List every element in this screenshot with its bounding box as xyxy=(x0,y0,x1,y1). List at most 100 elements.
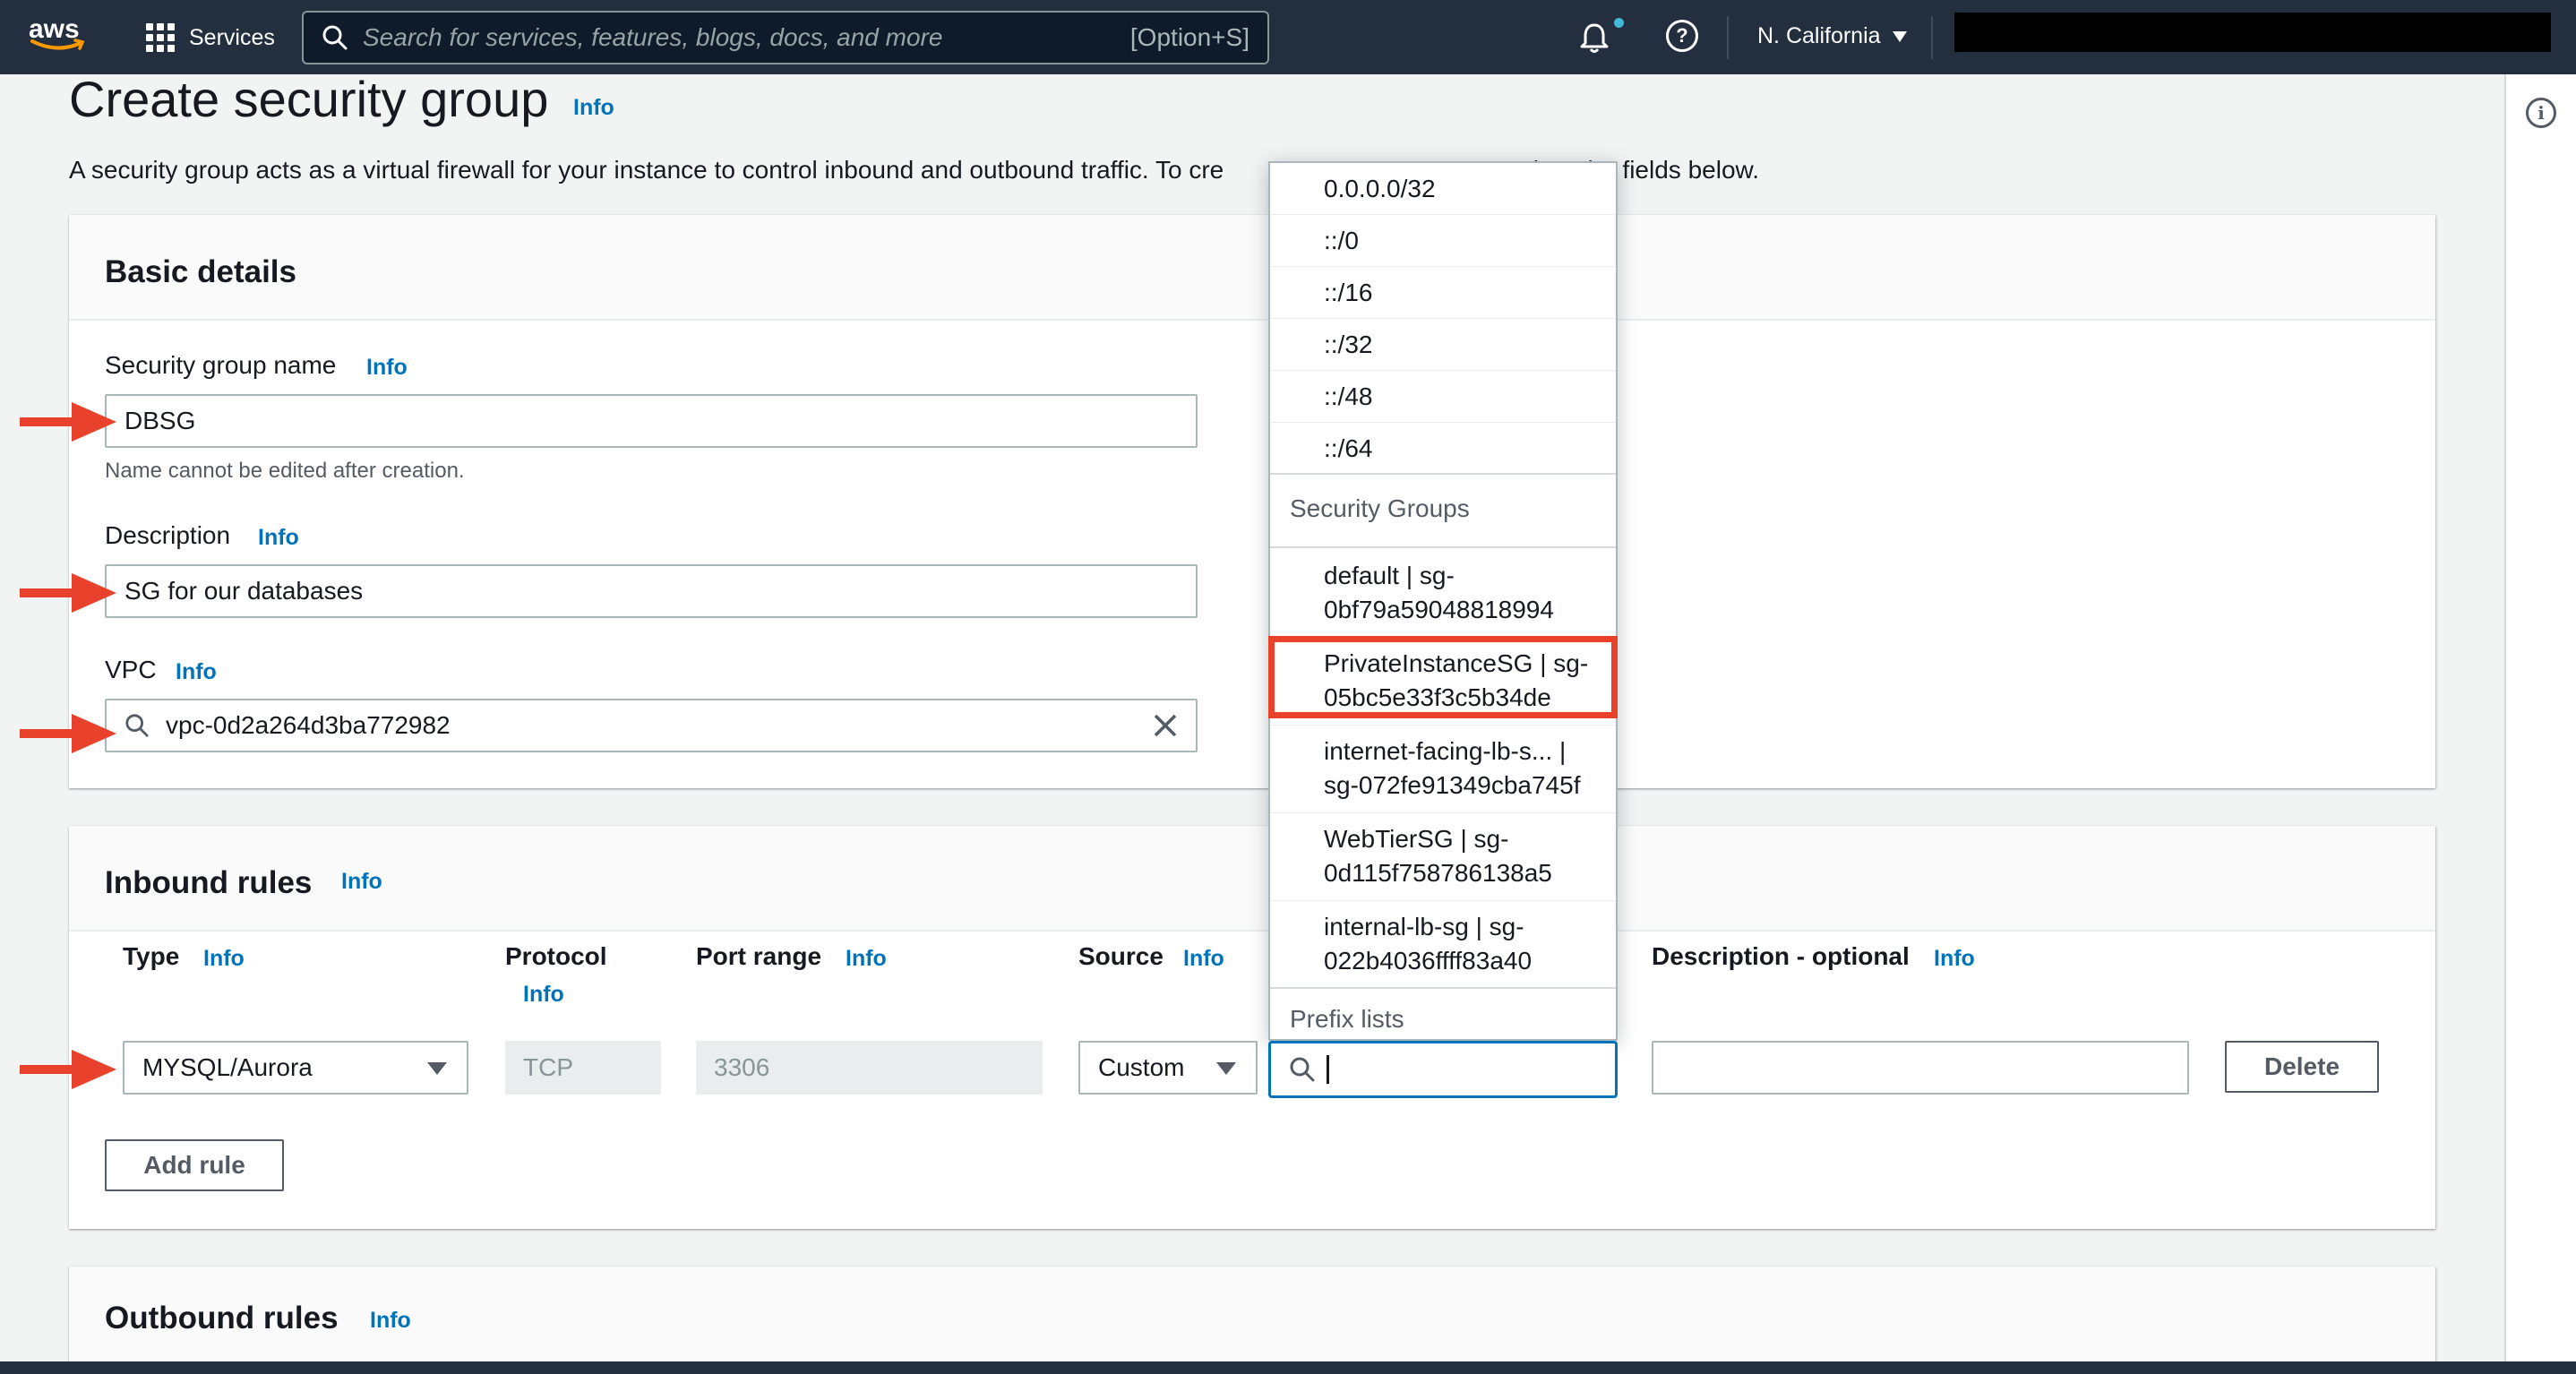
text-cursor xyxy=(1327,1055,1329,1084)
dropdown-option-cidr[interactable]: ::/48 xyxy=(1270,371,1616,423)
page-title: Create security group xyxy=(69,71,549,127)
inbound-rules-header: Inbound rules Info xyxy=(69,826,2435,932)
annotation-arrow-icon xyxy=(20,573,116,613)
caret-down-icon xyxy=(1216,1062,1236,1075)
nav-divider xyxy=(1931,16,1933,59)
dropdown-option-cidr[interactable]: ::/16 xyxy=(1270,267,1616,319)
source-type-value: Custom xyxy=(1098,1053,1185,1081)
source-info-link[interactable]: Info xyxy=(1183,946,1224,972)
dropdown-option-cidr[interactable]: ::/32 xyxy=(1270,319,1616,371)
page-title-info-link[interactable]: Info xyxy=(573,95,614,121)
add-rule-button[interactable]: Add rule xyxy=(105,1139,284,1191)
dropdown-group-security-groups: Security Groups xyxy=(1270,477,1616,548)
inbound-rules-title: Inbound rules xyxy=(105,865,313,900)
option-line: 0d115f758786138a5 xyxy=(1324,859,1552,887)
notifications-bell-icon[interactable] xyxy=(1576,20,1612,56)
help-icon[interactable]: ? xyxy=(1666,20,1698,52)
source-dropdown-list: 0.0.0.0/32 ::/0 ::/16 ::/32 ::/48 ::/64 … xyxy=(1268,161,1618,1041)
source-type-select[interactable]: Custom xyxy=(1078,1041,1258,1095)
aws-logo[interactable]: aws xyxy=(29,14,91,59)
option-line: 05bc5e33f3c5b34de xyxy=(1324,683,1551,711)
top-navigation: aws Services Search for services, featur… xyxy=(0,0,2576,74)
port-range-info-link[interactable]: Info xyxy=(846,946,887,972)
security-group-name-hint: Name cannot be edited after creation. xyxy=(105,459,465,483)
search-icon xyxy=(125,714,149,737)
dropdown-option-security-group[interactable]: internal-lb-sg | sg- 022b4036ffff83a40 xyxy=(1270,901,1616,989)
security-group-name-value: DBSG xyxy=(125,407,196,434)
region-label: N. California xyxy=(1757,23,1881,48)
delete-rule-button[interactable]: Delete xyxy=(2225,1041,2379,1093)
dropdown-option-security-group[interactable]: default | sg- 0bf79a59048818994 xyxy=(1270,550,1616,638)
info-panel-icon[interactable]: i xyxy=(2526,98,2556,128)
column-description: Description - optional xyxy=(1652,942,1910,970)
basic-details-header: Basic details xyxy=(69,215,2435,321)
clear-icon[interactable] xyxy=(1153,713,1178,738)
option-line: sg-072fe91349cba745f xyxy=(1324,771,1581,799)
option-line: default | sg- xyxy=(1324,562,1455,589)
vpc-value: vpc-0d2a264d3ba772982 xyxy=(166,711,451,739)
rule-type-value: MYSQL/Aurora xyxy=(142,1053,313,1081)
rule-type-select[interactable]: MYSQL/Aurora xyxy=(123,1041,468,1095)
region-selector[interactable]: N. California xyxy=(1757,23,1908,49)
source-search-input[interactable] xyxy=(1268,1041,1618,1098)
nav-divider xyxy=(1727,16,1729,59)
column-port-range: Port range xyxy=(696,942,822,970)
tools-panel: i xyxy=(2504,74,2576,1364)
aws-smile-icon xyxy=(30,39,85,50)
footer-bar xyxy=(0,1361,2576,1374)
column-type: Type xyxy=(123,942,180,970)
option-line: 0bf79a59048818994 xyxy=(1324,596,1554,623)
search-shortcut-hint: [Option+S] xyxy=(1129,23,1249,51)
description-input[interactable]: SG for our databases xyxy=(105,564,1198,618)
description-label: Description xyxy=(105,521,231,549)
basic-details-title: Basic details xyxy=(105,254,296,289)
description-info-link[interactable]: Info xyxy=(258,525,299,551)
outbound-rules-container: Outbound rules Info xyxy=(69,1267,2435,1374)
inbound-rules-info-link[interactable]: Info xyxy=(341,869,382,895)
dropdown-option-security-group-private-instance-sg[interactable]: PrivateInstanceSG | sg- 05bc5e33f3c5b34d… xyxy=(1270,638,1616,726)
protocol-info-link[interactable]: Info xyxy=(523,982,564,1008)
option-line: WebTierSG | sg- xyxy=(1324,825,1509,853)
annotation-arrow-icon xyxy=(20,714,116,753)
protocol-field: TCP xyxy=(505,1041,661,1095)
option-line: PrivateInstanceSG | sg- xyxy=(1324,649,1589,677)
search-placeholder: Search for services, features, blogs, do… xyxy=(363,23,943,51)
services-label: Services xyxy=(189,24,275,50)
security-group-name-info-link[interactable]: Info xyxy=(366,355,408,381)
type-info-link[interactable]: Info xyxy=(203,946,245,972)
notification-dot xyxy=(1614,18,1624,28)
rule-description-input[interactable] xyxy=(1652,1041,2189,1095)
basic-details-container: Basic details Security group name Info D… xyxy=(69,215,2435,788)
description-value: SG for our databases xyxy=(125,577,364,605)
security-group-name-label: Security group name xyxy=(105,351,337,379)
outbound-rules-header: Outbound rules Info xyxy=(69,1267,2435,1372)
dropdown-option-cidr[interactable]: 0.0.0.0/32 xyxy=(1270,163,1616,215)
column-source: Source xyxy=(1078,942,1163,970)
port-range-value: 3306 xyxy=(714,1053,770,1081)
dropdown-group-prefix-lists: Prefix lists xyxy=(1290,1005,1404,1033)
dropdown-option-cidr[interactable]: ::/64 xyxy=(1270,423,1616,475)
search-icon xyxy=(1290,1057,1315,1082)
search-icon xyxy=(322,25,348,50)
port-range-field: 3306 xyxy=(696,1041,1043,1095)
description-info-link[interactable]: Info xyxy=(1934,946,1975,972)
account-menu-redacted[interactable] xyxy=(1954,13,2551,52)
vpc-search-input[interactable]: vpc-0d2a264d3ba772982 xyxy=(105,699,1198,752)
option-line: internal-lb-sg | sg- xyxy=(1324,913,1524,940)
option-line: 022b4036ffff83a40 xyxy=(1324,947,1533,975)
outbound-rules-title: Outbound rules xyxy=(105,1301,339,1335)
dropdown-option-security-group[interactable]: WebTierSG | sg- 0d115f758786138a5 xyxy=(1270,813,1616,901)
dropdown-option-security-group[interactable]: internet-facing-lb-s... | sg-072fe91349c… xyxy=(1270,726,1616,813)
apps-grid-icon xyxy=(146,23,175,52)
annotation-arrow-icon xyxy=(20,402,116,442)
global-search-input[interactable]: Search for services, features, blogs, do… xyxy=(302,11,1269,64)
services-menu-button[interactable]: Services xyxy=(146,18,275,57)
vpc-info-link[interactable]: Info xyxy=(176,659,217,685)
caret-down-icon xyxy=(1892,30,1907,42)
outbound-rules-info-link[interactable]: Info xyxy=(370,1308,411,1334)
page-description-text: A security group acts as a virtual firew… xyxy=(69,156,1224,184)
annotation-arrow-icon xyxy=(20,1050,116,1089)
security-group-name-input[interactable]: DBSG xyxy=(105,394,1198,448)
vpc-label: VPC xyxy=(105,656,157,683)
dropdown-option-cidr[interactable]: ::/0 xyxy=(1270,215,1616,267)
